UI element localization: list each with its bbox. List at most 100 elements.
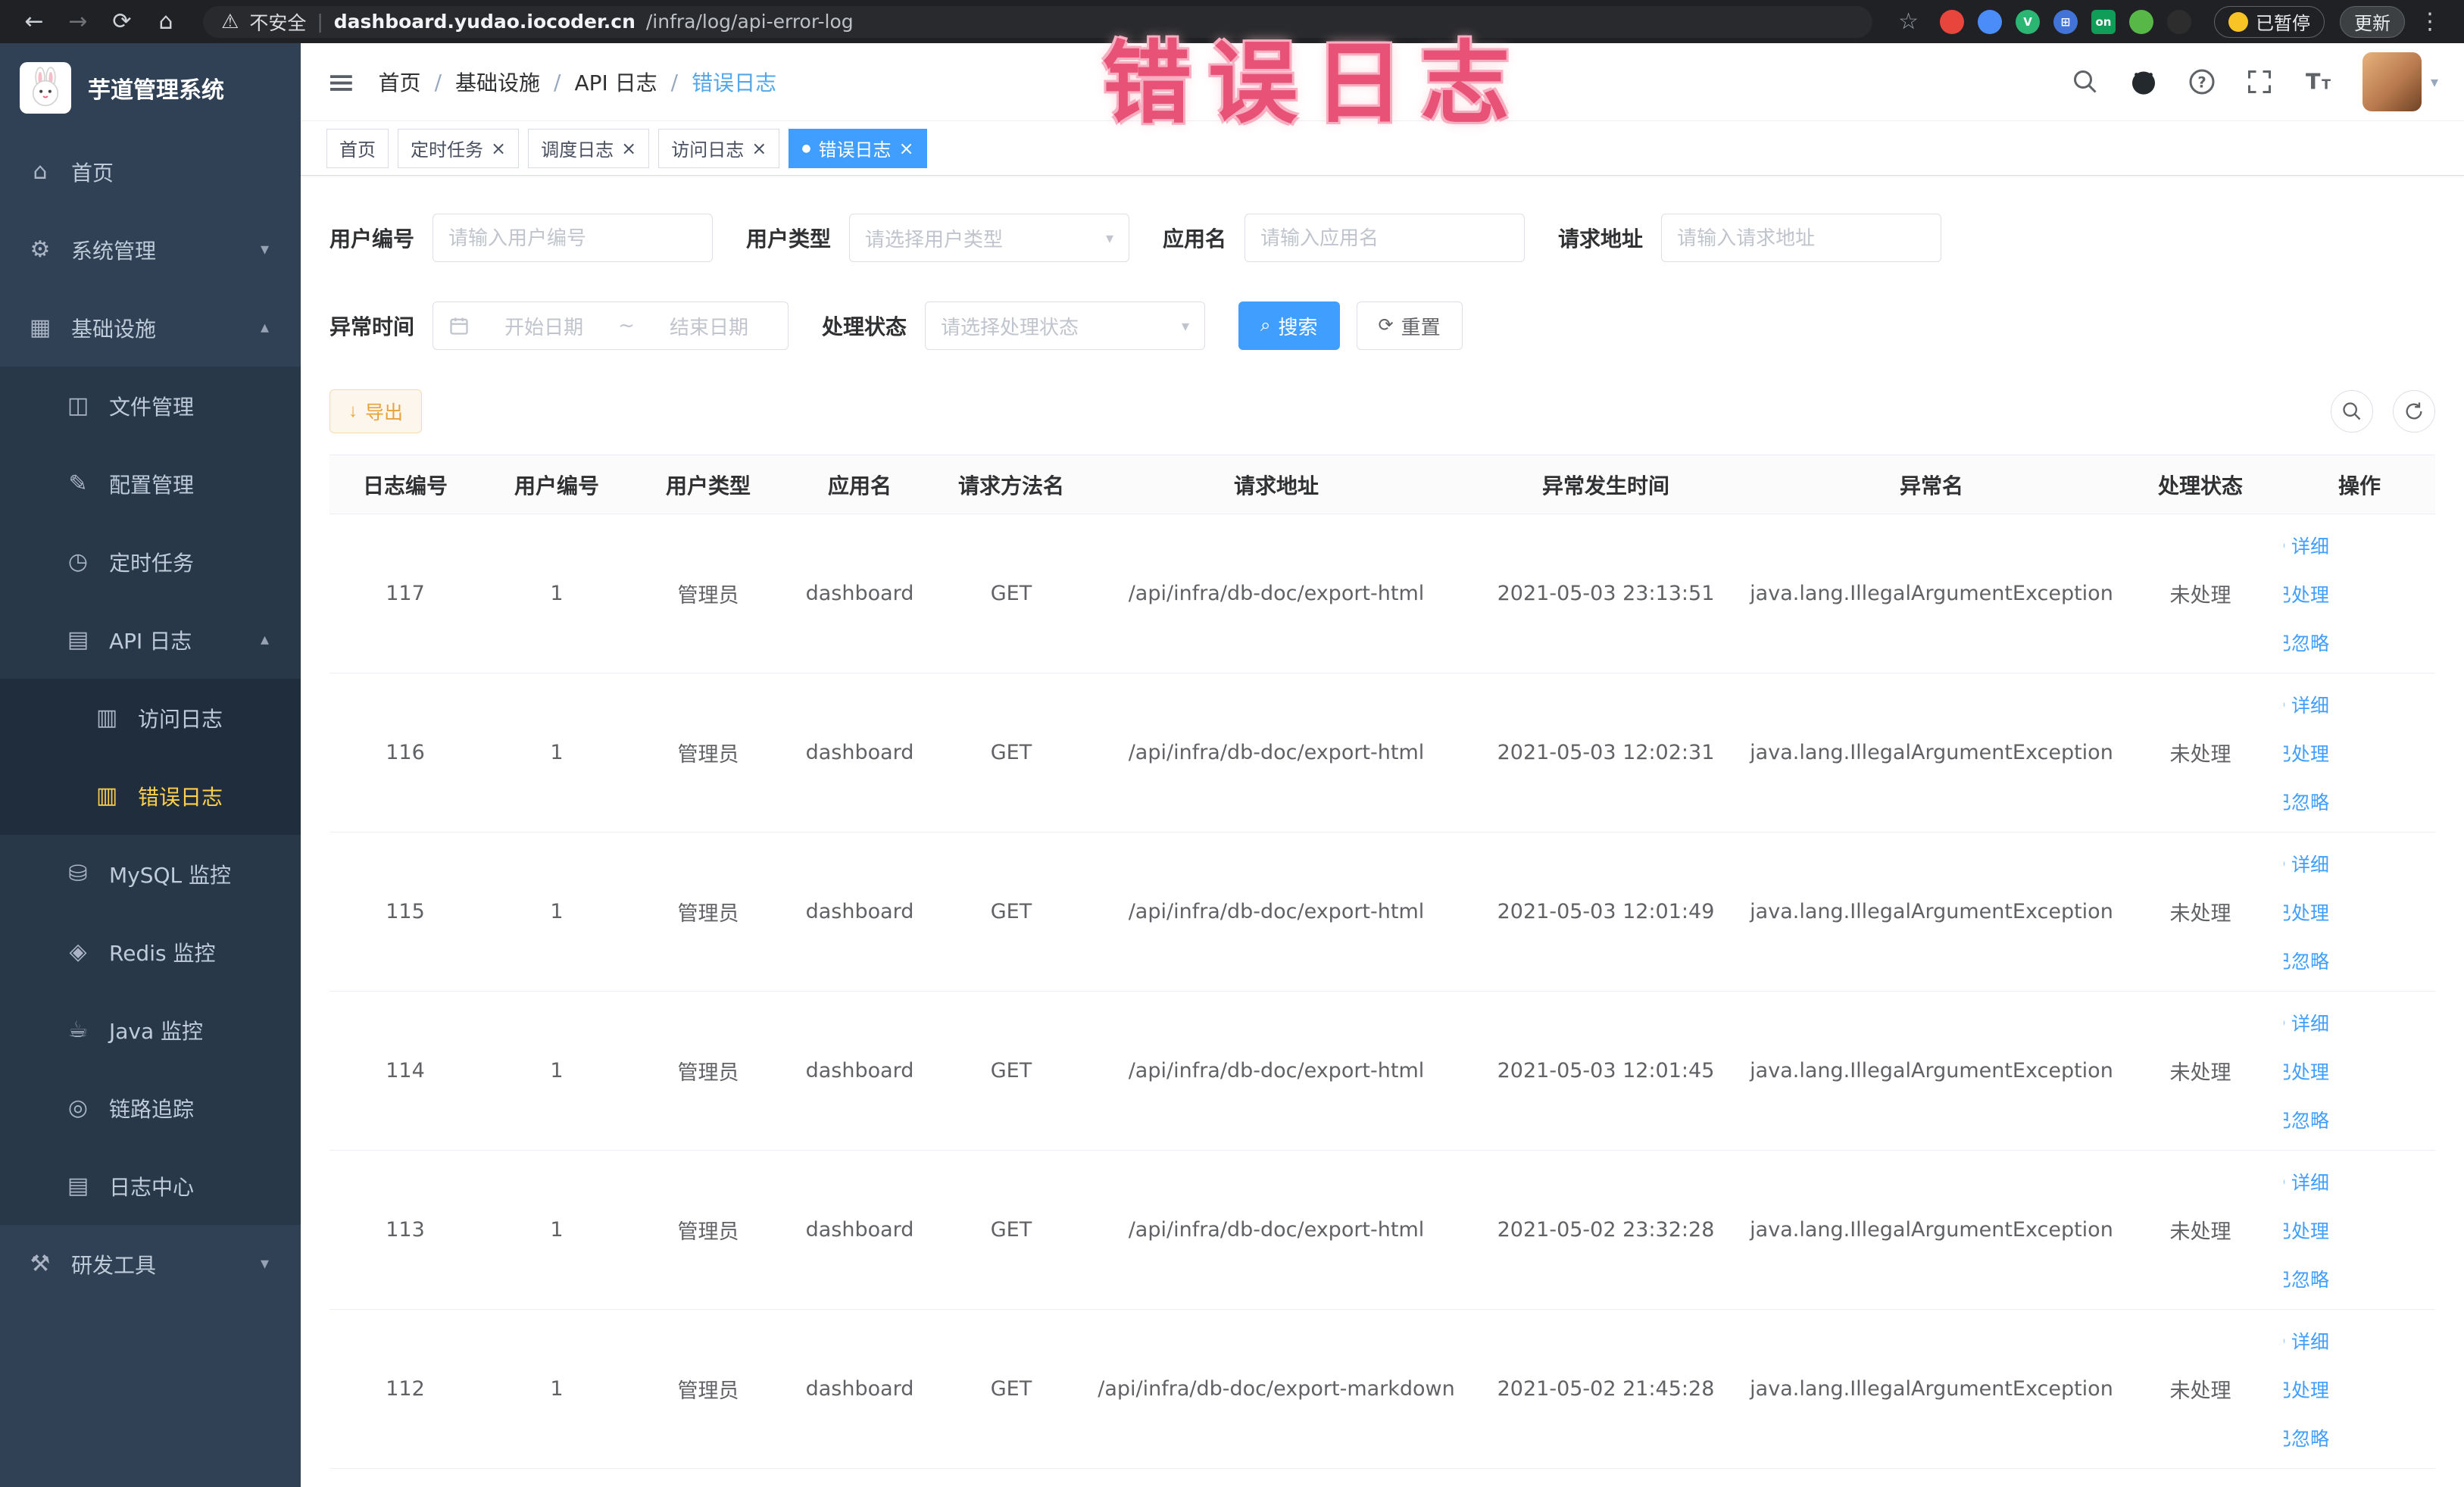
search-button[interactable]: ⌕ 搜索 — [1238, 301, 1340, 350]
detail-link[interactable]: ◉ 详细 — [2284, 1157, 2329, 1206]
ext-green-v-icon[interactable]: V — [2016, 9, 2040, 34]
detail-link[interactable]: ◉ 详细 — [2284, 521, 2329, 570]
sidebar-item-label: 首页 — [71, 160, 114, 186]
github-icon[interactable] — [2129, 67, 2158, 96]
font-size-icon[interactable]: TT — [2303, 67, 2332, 96]
app-frame: 芋道管理系统 ⌂ 首页 ⚙ 系统管理 ▾ ▦ 基础设施 ▴ ◫ 文件管理 ✎ 配… — [0, 43, 2464, 1487]
process-status-select[interactable]: 请选择处理状态 ▾ — [925, 301, 1206, 350]
sidebar-item-log-center[interactable]: ▤ 日志中心 — [0, 1147, 301, 1225]
ignore-link[interactable]: ✓已忽略 — [2284, 777, 2329, 826]
tab-error-log[interactable]: ● 错误日志 × — [789, 128, 927, 168]
export-button[interactable]: ↓ 导出 — [329, 389, 423, 433]
cell-app-name: dashboard — [784, 514, 935, 673]
view-icon: ◉ — [2284, 1332, 2285, 1349]
breadcrumb-infrastructure[interactable]: 基础设施 — [455, 67, 540, 97]
ignore-link[interactable]: ✓已忽略 — [2284, 1414, 2329, 1462]
gear-icon: ⚙ — [30, 236, 51, 263]
search-icon[interactable] — [2072, 68, 2099, 95]
ignore-link[interactable]: ✓已忽略 — [2284, 936, 2329, 985]
cell-app-name: dashboard — [784, 832, 935, 992]
action-label: 已处理 — [2284, 1379, 2329, 1401]
sidebar-item-api-logs[interactable]: ▤ API 日志 ▴ — [0, 601, 301, 679]
close-icon[interactable]: × — [751, 139, 767, 158]
user-type-select[interactable]: 请选择用户类型 ▾ — [849, 214, 1130, 262]
col-actions: 操作 — [2284, 455, 2435, 514]
processed-link[interactable]: ✓已处理 — [2284, 570, 2329, 618]
ext-on-badge-icon[interactable]: on — [2091, 9, 2116, 34]
sidebar-item-infrastructure[interactable]: ▦ 基础设施 ▴ — [0, 289, 301, 367]
extensions-area: V ⊞ on — [1940, 9, 2191, 34]
sidebar-item-mysql-monitor[interactable]: ⛁ MySQL 监控 — [0, 835, 301, 913]
reset-button[interactable]: ⟳ 重置 — [1356, 301, 1463, 350]
processed-link[interactable]: ✓已处理 — [2284, 729, 2329, 777]
view-icon: ◉ — [2284, 1014, 2285, 1031]
sidebar-item-java-monitor[interactable]: ☕ Java 监控 — [0, 991, 301, 1069]
detail-link[interactable]: ◉ 详细 — [2284, 680, 2329, 729]
address-bar[interactable]: ⚠ 不安全 | dashboard.yudao.iocoder.cn/infra… — [203, 5, 1873, 38]
action-label: 已处理 — [2284, 901, 2329, 924]
tab-home[interactable]: 首页 — [326, 128, 389, 168]
user-menu[interactable]: ▾ — [2362, 52, 2438, 111]
url-path: /infra/log/api-error-log — [645, 11, 854, 33]
ignore-link[interactable]: ✓已忽略 — [2284, 1095, 2329, 1144]
detail-link[interactable]: ◉ 详细 — [2284, 1317, 2329, 1365]
hamburger-icon[interactable]: ≡ — [326, 64, 356, 99]
sidebar-item-trace[interactable]: ◎ 链路追踪 — [0, 1069, 301, 1147]
detail-link[interactable]: ◉ 详细 — [2284, 839, 2329, 888]
ext-green-leaf-icon[interactable] — [2129, 9, 2153, 34]
browser-menu-icon[interactable]: ⋮ — [2411, 8, 2449, 35]
browser-home-icon[interactable]: ⌂ — [147, 8, 185, 35]
tab-access-log[interactable]: 访问日志 × — [658, 128, 780, 168]
help-icon[interactable]: ? — [2188, 68, 2216, 95]
update-button[interactable]: 更新 — [2340, 5, 2405, 38]
browser-forward-icon[interactable]: → — [59, 8, 97, 35]
ignore-link[interactable]: ✓已忽略 — [2284, 618, 2329, 667]
browser-reload-icon[interactable]: ⟳ — [103, 8, 141, 35]
detail-link[interactable]: ◉ 详细 — [2284, 998, 2329, 1047]
sidebar-item-redis-monitor[interactable]: ◈ Redis 监控 — [0, 913, 301, 991]
ext-blue-drop-icon[interactable] — [1978, 9, 2002, 34]
sidebar-item-home[interactable]: ⌂ 首页 — [0, 133, 301, 211]
ext-red-circle-icon[interactable] — [1940, 9, 1964, 34]
processed-link[interactable]: ✓已处理 — [2284, 1365, 2329, 1414]
browser-back-icon[interactable]: ← — [15, 8, 53, 35]
action-label: 已忽略 — [2284, 791, 2329, 814]
breadcrumb-api-logs[interactable]: API 日志 — [574, 67, 657, 97]
close-icon[interactable]: × — [899, 139, 914, 158]
toggle-search-button[interactable] — [2331, 390, 2373, 433]
action-label: 已忽略 — [2284, 632, 2329, 654]
request-url-input[interactable] — [1661, 214, 1942, 262]
close-icon[interactable]: × — [621, 139, 636, 158]
processed-link[interactable]: ✓已处理 — [2284, 888, 2329, 936]
browser-chrome: ← → ⟳ ⌂ ⚠ 不安全 | dashboard.yudao.iocoder.… — [0, 0, 2464, 43]
cell-user-id: 1 — [481, 832, 632, 992]
bookmark-star-icon[interactable]: ☆ — [1891, 8, 1926, 35]
ext-dark-paw-icon[interactable] — [2167, 9, 2191, 34]
logo[interactable]: 芋道管理系统 — [0, 43, 301, 133]
sidebar-item-access-log[interactable]: ▥ 访问日志 — [0, 679, 301, 757]
processed-link[interactable]: ✓已处理 — [2284, 1047, 2329, 1095]
processed-link[interactable]: ✓已处理 — [2284, 1206, 2329, 1254]
sidebar-item-system[interactable]: ⚙ 系统管理 ▾ — [0, 211, 301, 289]
ext-blue-grid-icon[interactable]: ⊞ — [2053, 9, 2078, 34]
tab-scheduled-jobs[interactable]: 定时任务 × — [398, 128, 520, 168]
filter-row-1: 用户编号 用户类型 请选择用户类型 ▾ 应用名 请求地址 — [329, 214, 2435, 262]
omnibox-divider: | — [317, 11, 323, 33]
sidebar-item-scheduled-jobs[interactable]: ◷ 定时任务 — [0, 523, 301, 601]
breadcrumb-home[interactable]: 首页 — [379, 67, 421, 97]
app-name-input[interactable] — [1244, 214, 1526, 262]
user-id-input[interactable] — [433, 214, 714, 262]
refresh-icon: ⟳ — [1378, 315, 1394, 336]
fullscreen-icon[interactable] — [2246, 68, 2273, 95]
ignore-link[interactable]: ✓已忽略 — [2284, 1254, 2329, 1303]
sidebar-item-error-log[interactable]: ▥ 错误日志 — [0, 757, 301, 835]
action-label: 已处理 — [2284, 1061, 2329, 1083]
sidebar-item-config-mgmt[interactable]: ✎ 配置管理 — [0, 445, 301, 523]
paused-chip[interactable]: 已暂停 — [2214, 5, 2325, 38]
sidebar-item-file-mgmt[interactable]: ◫ 文件管理 — [0, 367, 301, 445]
date-range-picker[interactable]: 开始日期 ~ 结束日期 — [433, 301, 789, 350]
refresh-button[interactable] — [2393, 390, 2435, 433]
close-icon[interactable]: × — [491, 139, 506, 158]
tab-dispatch-log[interactable]: 调度日志 × — [528, 128, 650, 168]
sidebar-item-devtools[interactable]: ⚒ 研发工具 ▾ — [0, 1225, 301, 1303]
